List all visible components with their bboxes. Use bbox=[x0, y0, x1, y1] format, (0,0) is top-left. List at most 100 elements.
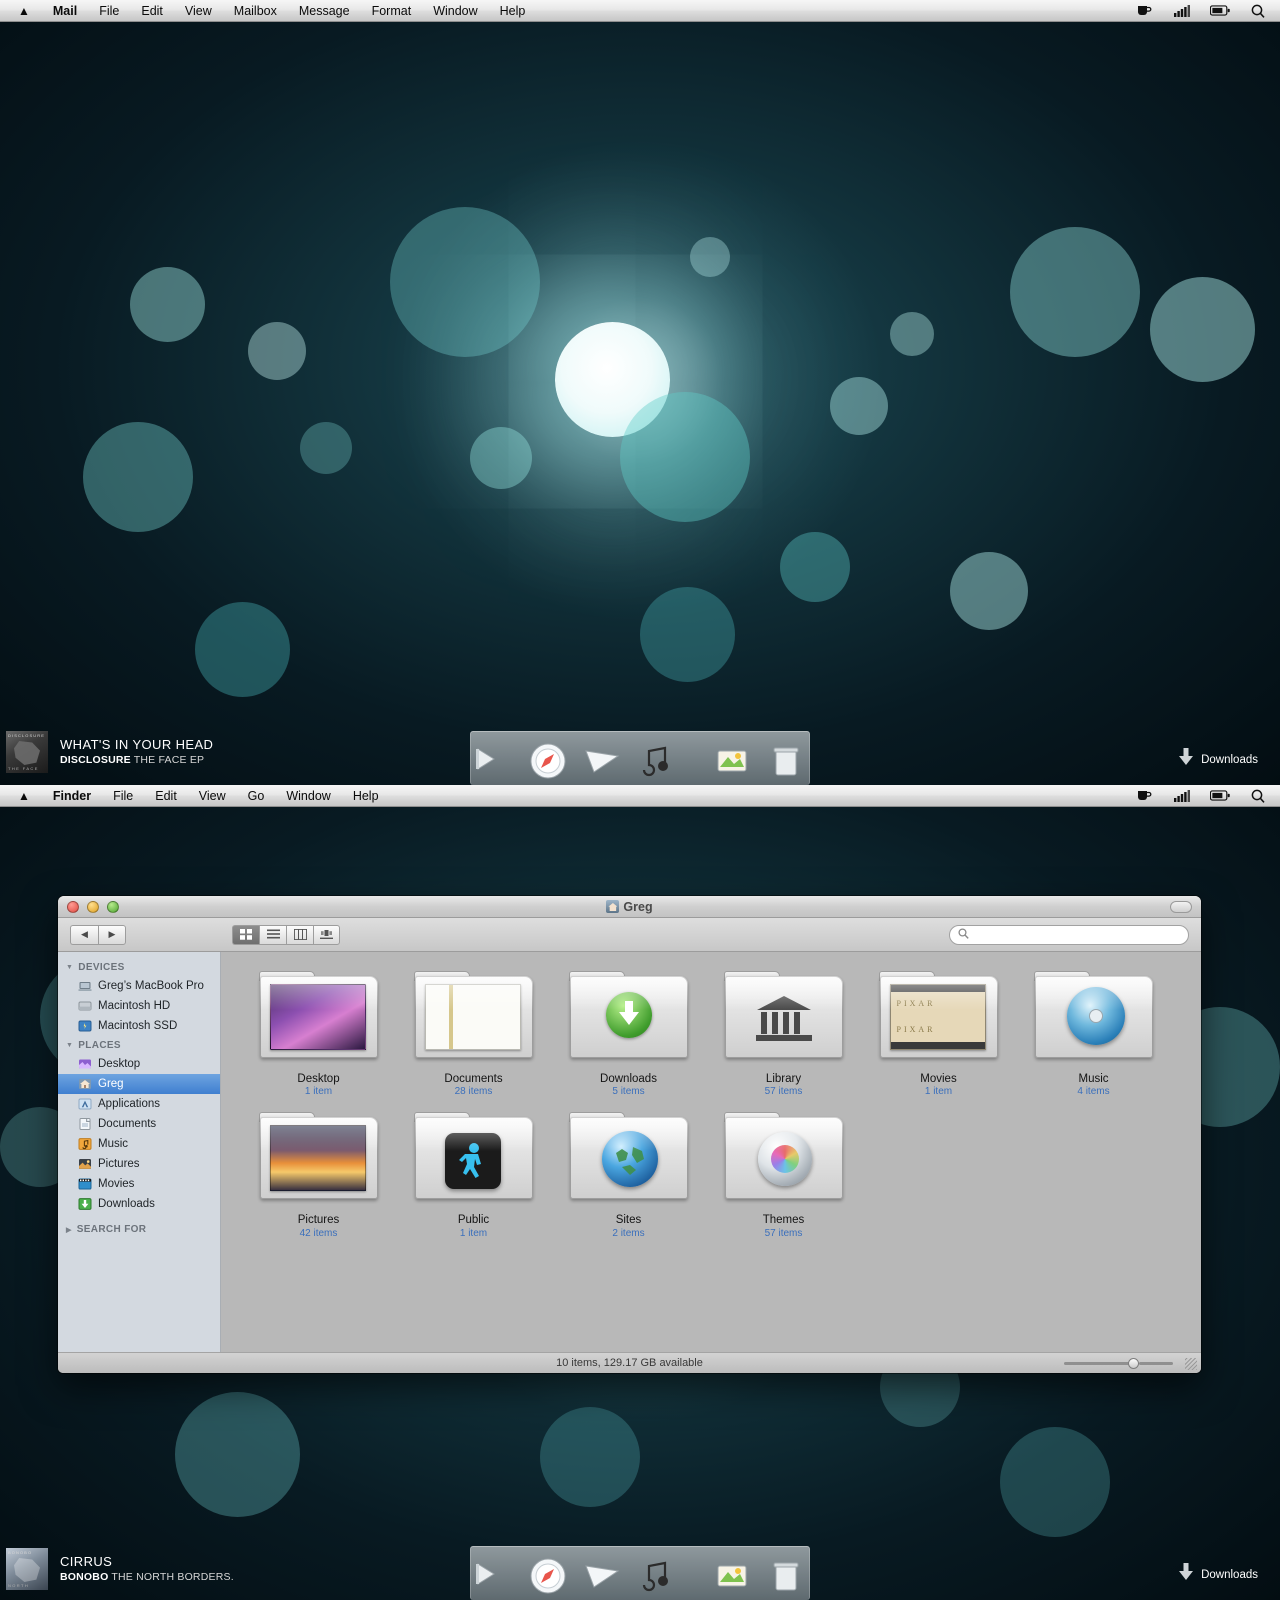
file-item-music[interactable]: Music 4 items bbox=[1016, 970, 1171, 1097]
window-controls[interactable] bbox=[58, 900, 119, 913]
spotlight-search-icon[interactable] bbox=[1248, 3, 1268, 19]
mail-icon[interactable] bbox=[580, 1552, 624, 1596]
trash-icon[interactable] bbox=[764, 737, 808, 781]
icon-view-button[interactable] bbox=[232, 924, 259, 945]
disclosure-triangle-icon[interactable]: ▼ bbox=[66, 964, 73, 971]
resize-grip[interactable] bbox=[1185, 1358, 1197, 1370]
preview-icon[interactable] bbox=[710, 737, 754, 781]
preview-icon[interactable] bbox=[710, 1552, 754, 1596]
downloads-stack-upper[interactable]: Downloads bbox=[1179, 748, 1258, 771]
finder-window[interactable]: Greg ◀ ▶ ▼ DEVICES Greg’s MacBook Pro Ma… bbox=[58, 896, 1201, 1373]
dock-lower[interactable] bbox=[470, 1546, 810, 1600]
dock-upper[interactable] bbox=[470, 731, 810, 785]
sidebar-item-desktop[interactable]: Desktop bbox=[58, 1054, 220, 1074]
menu-item-message[interactable]: Message bbox=[288, 0, 361, 22]
finder-icon[interactable] bbox=[472, 737, 516, 781]
menu-item-edit[interactable]: Edit bbox=[130, 0, 174, 22]
file-item-documents[interactable]: Documents 28 items bbox=[396, 970, 551, 1097]
toolbar-toggle-button[interactable] bbox=[1170, 900, 1192, 913]
sidebar-item-label: Movies bbox=[98, 1178, 135, 1190]
itunes-icon[interactable] bbox=[634, 1552, 678, 1596]
sidebar-item-macintosh-ssd[interactable]: Macintosh SSD bbox=[58, 1016, 220, 1036]
file-item-desktop[interactable]: Desktop 1 item bbox=[241, 970, 396, 1097]
nav-segmented-control[interactable]: ◀ ▶ bbox=[70, 924, 126, 945]
file-item-sites[interactable]: Sites 2 items bbox=[551, 1111, 706, 1239]
safari-icon[interactable] bbox=[526, 1552, 570, 1596]
finder-titlebar[interactable]: Greg bbox=[58, 896, 1201, 918]
zoom-button[interactable] bbox=[107, 900, 119, 913]
sidebar-section-devices[interactable]: ▼ DEVICES bbox=[58, 958, 220, 976]
apple-menu-icon[interactable]: ▲ bbox=[0, 4, 42, 18]
sidebar-item-greg[interactable]: Greg bbox=[58, 1074, 220, 1094]
menu-item-format[interactable]: Format bbox=[361, 0, 423, 22]
mail-icon[interactable] bbox=[580, 737, 624, 781]
menu-item-finder[interactable]: Finder bbox=[42, 785, 102, 807]
wifi-signal-icon[interactable] bbox=[1172, 3, 1192, 19]
file-item-pictures[interactable]: Pictures 42 items bbox=[241, 1111, 396, 1239]
spotlight-search-icon[interactable] bbox=[1248, 788, 1268, 804]
list-view-button[interactable] bbox=[259, 924, 286, 945]
sidebar-item-macbook-pro[interactable]: Greg’s MacBook Pro bbox=[58, 976, 220, 996]
menu-item-mailbox[interactable]: Mailbox bbox=[223, 0, 288, 22]
menubar-mail[interactable]: ▲ Mail File Edit View Mailbox Message Fo… bbox=[0, 0, 1280, 22]
wifi-signal-icon[interactable] bbox=[1172, 788, 1192, 804]
sidebar-item-applications[interactable]: Applications bbox=[58, 1094, 220, 1114]
slider-track[interactable] bbox=[1064, 1361, 1132, 1365]
battery-icon[interactable] bbox=[1210, 788, 1230, 804]
sidebar-item-movies[interactable]: Movies bbox=[58, 1174, 220, 1194]
sidebar-item-music[interactable]: Music bbox=[58, 1134, 220, 1154]
column-view-button[interactable] bbox=[286, 924, 313, 945]
menu-item-help[interactable]: Help bbox=[342, 785, 390, 807]
close-button[interactable] bbox=[67, 900, 79, 913]
sidebar-section-places[interactable]: ▼ PLACES bbox=[58, 1036, 220, 1054]
file-item-public[interactable]: Public 1 item bbox=[396, 1111, 551, 1239]
window-title-group: Greg bbox=[58, 900, 1201, 914]
menu-item-window[interactable]: Window bbox=[422, 0, 488, 22]
itunes-icon[interactable] bbox=[634, 737, 678, 781]
desktop-upper[interactable]: DISCLOSURE THE FACE WHAT'S IN YOUR HEAD … bbox=[0, 22, 1280, 785]
sidebar-item-documents[interactable]: Documents bbox=[58, 1114, 220, 1134]
bokeh-circle bbox=[1000, 1427, 1110, 1537]
menu-item-edit[interactable]: Edit bbox=[144, 785, 188, 807]
menu-item-file[interactable]: File bbox=[88, 0, 130, 22]
finder-icon-grid[interactable]: Desktop 1 item Documents 28 items Downlo… bbox=[221, 952, 1201, 1352]
menu-item-view[interactable]: View bbox=[174, 0, 223, 22]
file-item-themes[interactable]: Themes 57 items bbox=[706, 1111, 861, 1239]
menu-item-window[interactable]: Window bbox=[275, 785, 341, 807]
search-input[interactable] bbox=[949, 924, 1189, 945]
file-item-movies[interactable]: PIXAR PIXAR Movies 1 item bbox=[861, 970, 1016, 1097]
battery-icon[interactable] bbox=[1210, 3, 1230, 19]
icon-size-slider[interactable] bbox=[1064, 1357, 1173, 1369]
apple-menu-icon[interactable]: ▲ bbox=[0, 789, 42, 803]
file-item-library[interactable]: Library 57 items bbox=[706, 970, 861, 1097]
slider-track-right[interactable] bbox=[1139, 1361, 1173, 1365]
safari-icon[interactable] bbox=[526, 737, 570, 781]
coffee-cup-icon[interactable] bbox=[1134, 788, 1154, 804]
file-item-downloads[interactable]: Downloads 5 items bbox=[551, 970, 706, 1097]
sidebar-section-search-for[interactable]: ▶ SEARCH FOR bbox=[58, 1220, 220, 1238]
sidebar-item-pictures[interactable]: Pictures bbox=[58, 1154, 220, 1174]
trash-icon[interactable] bbox=[764, 1552, 808, 1596]
forward-button[interactable]: ▶ bbox=[98, 924, 126, 945]
coverflow-view-button[interactable] bbox=[313, 924, 340, 945]
finder-toolbar[interactable]: ◀ ▶ bbox=[58, 918, 1201, 952]
sidebar-item-label: Documents bbox=[98, 1118, 157, 1130]
menu-item-go[interactable]: Go bbox=[237, 785, 276, 807]
finder-sidebar[interactable]: ▼ DEVICES Greg’s MacBook Pro Macintosh H… bbox=[58, 952, 221, 1352]
back-button[interactable]: ◀ bbox=[70, 924, 98, 945]
finder-icon[interactable] bbox=[472, 1552, 516, 1596]
menu-item-view[interactable]: View bbox=[188, 785, 237, 807]
slider-knob[interactable] bbox=[1128, 1357, 1139, 1369]
menu-item-file[interactable]: File bbox=[102, 785, 144, 807]
disclosure-triangle-icon[interactable]: ▼ bbox=[66, 1042, 73, 1049]
coffee-cup-icon[interactable] bbox=[1134, 3, 1154, 19]
sidebar-item-downloads[interactable]: Downloads bbox=[58, 1194, 220, 1214]
menu-item-help[interactable]: Help bbox=[489, 0, 537, 22]
downloads-stack-lower[interactable]: Downloads bbox=[1179, 1563, 1258, 1586]
menu-item-mail[interactable]: Mail bbox=[42, 0, 88, 22]
disclosure-triangle-icon[interactable]: ▶ bbox=[66, 1226, 72, 1234]
minimize-button[interactable] bbox=[87, 900, 99, 913]
view-mode-segmented-control[interactable] bbox=[232, 924, 340, 945]
sidebar-item-macintosh-hd[interactable]: Macintosh HD bbox=[58, 996, 220, 1016]
menubar-finder[interactable]: ▲ Finder File Edit View Go Window Help bbox=[0, 785, 1280, 807]
